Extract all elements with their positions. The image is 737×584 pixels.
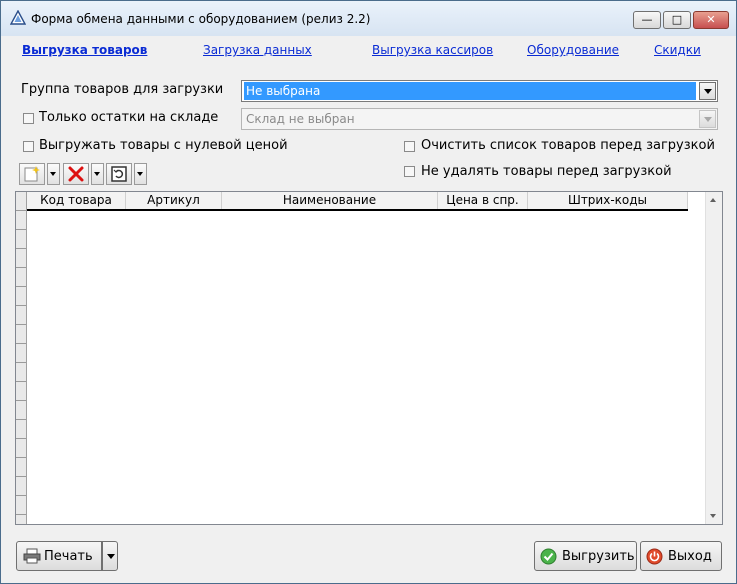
minimize-button[interactable]: — (633, 11, 661, 29)
delete-dropdown[interactable] (91, 163, 104, 185)
refresh-dropdown[interactable] (134, 163, 147, 185)
clear-list-checkbox[interactable] (404, 141, 415, 152)
warehouse-select-value: Склад не выбран (246, 112, 355, 126)
row-header (16, 192, 27, 524)
close-button[interactable]: ✕ (693, 11, 729, 29)
print-dropdown[interactable] (102, 541, 118, 571)
vertical-scrollbar[interactable] (705, 192, 722, 524)
column-header[interactable]: Штрих-коды (528, 192, 688, 209)
delete-button[interactable] (63, 163, 89, 185)
warehouse-select: Склад не выбран (241, 108, 718, 130)
delete-icon (68, 166, 84, 182)
print-label: Печать (44, 549, 93, 564)
chevron-down-icon (699, 110, 716, 128)
scroll-up-icon[interactable] (710, 198, 716, 202)
minimize-icon: — (641, 13, 653, 26)
tab-import-data[interactable]: Загрузка данных (203, 43, 312, 57)
maximize-icon: □ (671, 13, 683, 26)
window-title: Форма обмена данными с оборудованием (ре… (31, 12, 371, 26)
group-select-value: Не выбрана (244, 82, 696, 100)
power-icon (646, 548, 663, 565)
refresh-button[interactable] (106, 163, 132, 185)
add-dropdown[interactable] (47, 163, 60, 185)
exit-label: Выход (668, 549, 712, 564)
app-icon (10, 10, 26, 25)
add-button[interactable] (19, 163, 45, 185)
stock-only-label: Только остатки на складе (39, 110, 219, 125)
close-icon: ✕ (706, 13, 716, 26)
group-select[interactable]: Не выбрана (241, 80, 718, 102)
refresh-icon (111, 166, 127, 182)
upload-button[interactable]: Выгрузить (534, 541, 637, 571)
table-header: Код товара Артикул Наименование Цена в с… (27, 192, 688, 211)
zero-price-label: Выгружать товары с нулевой ценой (39, 138, 288, 153)
maximize-button[interactable]: □ (663, 11, 691, 29)
check-icon (540, 548, 557, 565)
tab-discounts[interactable]: Скидки (654, 43, 701, 57)
goods-table[interactable]: Код товара Артикул Наименование Цена в с… (15, 191, 723, 525)
column-header[interactable]: Код товара (27, 192, 126, 209)
column-header[interactable]: Цена в спр. (438, 192, 528, 209)
upload-label: Выгрузить (562, 549, 635, 564)
exit-button[interactable]: Выход (640, 541, 722, 571)
chevron-down-icon[interactable] (699, 82, 716, 100)
tab-export-goods[interactable]: Выгрузка товаров (22, 43, 147, 57)
main-window: Форма обмена данными с оборудованием (ре… (0, 0, 737, 584)
no-delete-checkbox[interactable] (404, 166, 415, 177)
printer-icon (23, 548, 41, 564)
title-bar[interactable]: Форма обмена данными с оборудованием (ре… (1, 1, 736, 36)
tab-equipment[interactable]: Оборудование (527, 43, 619, 57)
clear-list-label: Очистить список товаров перед загрузкой (421, 138, 715, 153)
form-body: Выгрузка товаров Загрузка данных Выгрузк… (7, 36, 730, 578)
scroll-down-icon[interactable] (710, 514, 716, 518)
tab-export-cashiers[interactable]: Выгрузка кассиров (372, 43, 493, 57)
group-label: Группа товаров для загрузки (21, 82, 224, 97)
no-delete-label: Не удалять товары перед загрузкой (421, 164, 672, 179)
add-icon (24, 166, 40, 182)
print-button[interactable]: Печать (16, 541, 102, 571)
column-header[interactable]: Артикул (126, 192, 222, 209)
column-header[interactable]: Наименование (222, 192, 438, 209)
stock-only-checkbox[interactable] (23, 113, 34, 124)
zero-price-checkbox[interactable] (23, 141, 34, 152)
